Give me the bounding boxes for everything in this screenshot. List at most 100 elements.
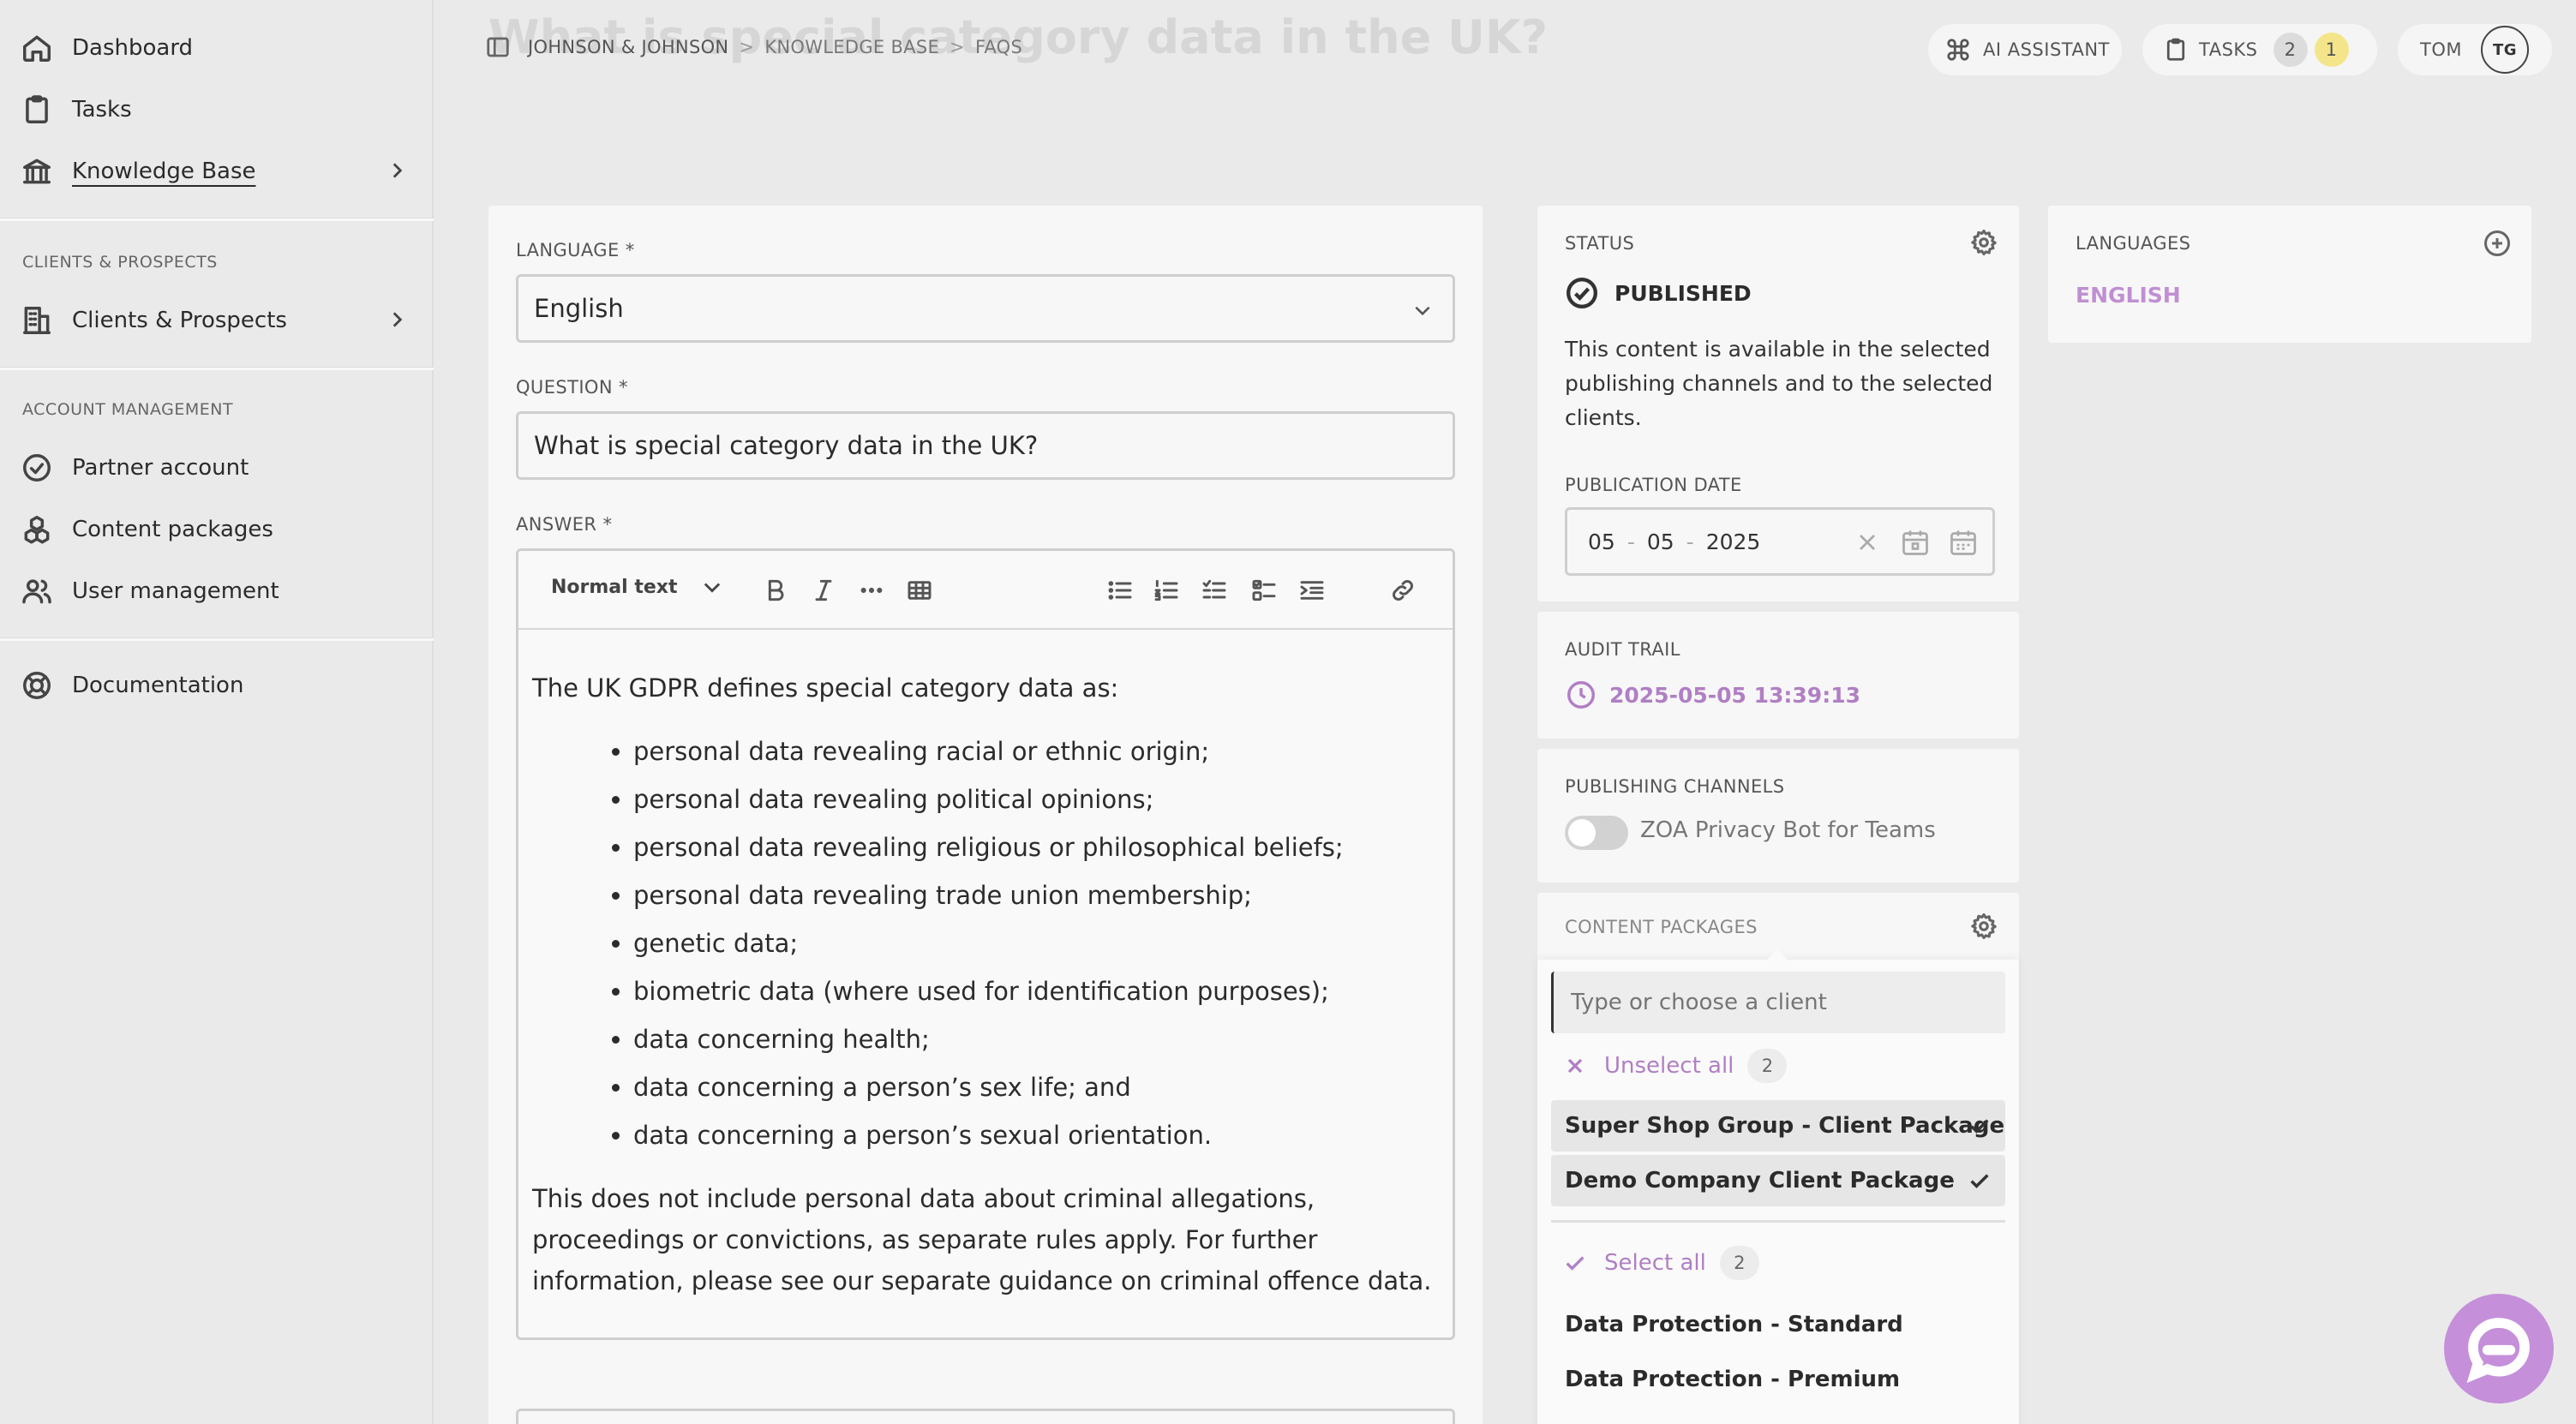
select-all-button[interactable]: Select all 2 (1563, 1246, 1759, 1280)
packages-icon (21, 513, 53, 546)
sidebar-item-user-management[interactable]: User management (0, 564, 434, 619)
publishing-channels-title: PUBLISHING CHANNELS (1565, 776, 1785, 797)
chevron-down-icon (1415, 306, 1430, 316)
chat-icon (2466, 1318, 2530, 1383)
sidebar-item-knowledge-base[interactable]: Knowledge Base (0, 144, 434, 199)
gear-icon[interactable] (1969, 912, 1998, 944)
sidebar-item-dashboard[interactable]: Dashboard (0, 21, 434, 75)
sidebar-item-clients[interactable]: Clients & Prospects (0, 293, 434, 348)
answer-tail: This does not include personal data abou… (532, 1184, 1432, 1295)
available-count-badge: 2 (1719, 1246, 1759, 1280)
sidebar-item-documentation[interactable]: Documentation (0, 658, 434, 713)
date-year[interactable]: 2025 (1706, 530, 1761, 554)
calendar-today-icon[interactable] (1900, 527, 1931, 558)
sidebar-item-partner-account[interactable]: Partner account (0, 440, 434, 495)
bold-icon (768, 579, 784, 601)
publication-date-input[interactable]: 05 - 05 - 2025 (1565, 507, 1995, 576)
sidebar-toggle-icon[interactable] (485, 34, 511, 60)
clipboard-icon (2166, 38, 2185, 61)
language-select[interactable]: English (516, 274, 1455, 343)
gear-icon[interactable] (1969, 228, 1998, 260)
sidebar-item-content-packages[interactable]: Content packages (0, 502, 434, 557)
breadcrumb-knowledge-base[interactable]: KNOWLEDGE BASE (764, 37, 939, 57)
language-link-english[interactable]: ENGLISH (2076, 283, 2181, 308)
package-option[interactable]: Data Protection - Standard (1551, 1299, 2005, 1350)
table-button[interactable] (902, 573, 937, 607)
languages-card: LANGUAGES ENGLISH (2048, 206, 2531, 343)
bullet-list-icon (1108, 581, 1132, 600)
clear-date-icon[interactable] (1854, 529, 1881, 556)
building-icon (21, 304, 53, 337)
package-option[interactable]: Data Protection - Premium (1551, 1354, 2005, 1405)
user-menu-button[interactable]: TOM TG (2398, 24, 2552, 75)
more-formatting-button[interactable] (854, 573, 889, 607)
answer-editor[interactable]: Normal text The UK GDPR defines special … (516, 548, 1455, 1340)
breadcrumb-client[interactable]: JOHNSON & JOHNSON (528, 37, 728, 57)
table-icon (908, 581, 932, 600)
package-option-selected[interactable]: Demo Company Client Package (1551, 1155, 2005, 1206)
content-packages-title: CONTENT PACKAGES (1565, 917, 1758, 937)
package-option-selected[interactable]: Super Shop Group - Client Package (1551, 1100, 2005, 1152)
breadcrumb-separator: > (950, 37, 965, 57)
question-label: QUESTION * (516, 377, 628, 398)
indent-icon (1300, 581, 1324, 600)
unselect-all-button[interactable]: Unselect all 2 (1563, 1049, 1788, 1083)
section-heading-account: ACCOUNT MANAGEMENT (22, 400, 234, 419)
link-button[interactable] (1386, 573, 1420, 607)
section-heading-clients: CLIENTS & PROSPECTS (22, 253, 218, 272)
list-item: personal data revealing religious or phi… (633, 823, 1441, 871)
task-list-button[interactable] (1247, 573, 1281, 607)
client-search-input[interactable] (1551, 972, 2005, 1033)
list-item: genetic data; (633, 919, 1441, 967)
audit-timestamp: 2025-05-05 13:39:13 (1609, 682, 1860, 708)
publication-date-label: PUBLICATION DATE (1565, 475, 1742, 495)
checkmark-icon (1566, 1256, 1585, 1271)
checkmark-icon (1968, 1169, 1992, 1193)
italic-button[interactable] (806, 573, 841, 607)
language-label: LANGUAGE * (516, 240, 635, 260)
next-field-box[interactable] (516, 1409, 1455, 1424)
sidebar-item-label: Content packages (72, 517, 273, 542)
list-item: personal data revealing trade union memb… (633, 871, 1441, 919)
check-circle-icon (21, 452, 53, 484)
answer-content[interactable]: The UK GDPR defines special category dat… (532, 671, 1441, 1301)
question-input[interactable]: What is special category data in the UK? (516, 411, 1455, 480)
text-style-dropdown[interactable]: Normal text (551, 575, 724, 599)
add-language-icon[interactable] (2482, 228, 2513, 259)
checklist-button[interactable] (1197, 573, 1231, 607)
audit-trail-link[interactable]: 2025-05-05 13:39:13 (1565, 679, 1860, 711)
list-item: data concerning a person’s sexual orient… (633, 1111, 1441, 1159)
clipboard-icon (21, 93, 53, 126)
sidebar-item-tasks[interactable]: Tasks (0, 82, 434, 137)
user-name: TOM (2420, 39, 2462, 60)
chevron-right-icon (386, 308, 408, 331)
status-value: PUBLISHED (1614, 280, 1752, 306)
languages-title: LANGUAGES (2076, 233, 2191, 254)
bold-button[interactable] (758, 573, 793, 607)
chat-button[interactable] (2444, 1294, 2554, 1403)
breadcrumb-faqs[interactable]: FAQS (975, 37, 1022, 57)
date-month[interactable]: 05 (1647, 530, 1674, 554)
tasks-urgent-badge: 1 (2314, 33, 2349, 67)
calendar-icon[interactable] (1948, 527, 1979, 558)
breadcrumb: JOHNSON & JOHNSON > KNOWLEDGE BASE > FAQ… (485, 34, 1022, 60)
link-icon (1393, 580, 1413, 601)
indent-button[interactable] (1295, 573, 1329, 607)
ai-assistant-button[interactable]: AI ASSISTANT (1928, 24, 2122, 75)
answer-intro: The UK GDPR defines special category dat… (532, 673, 1119, 703)
numbered-list-button[interactable] (1149, 573, 1183, 607)
lifebuoy-icon (21, 669, 53, 702)
audit-trail-title: AUDIT TRAIL (1565, 639, 1680, 660)
tasks-button[interactable]: TASKS 2 1 (2142, 24, 2377, 75)
date-day[interactable]: 05 (1588, 530, 1615, 554)
answer-label: ANSWER * (516, 514, 613, 535)
bullet-list-button[interactable] (1103, 573, 1137, 607)
channel-toggle[interactable] (1565, 816, 1628, 850)
breadcrumb-separator: > (739, 37, 755, 57)
language-value: English (534, 294, 624, 323)
more-icon (860, 587, 883, 594)
tasks-label: TASKS (2199, 39, 2258, 60)
sidebar-item-label: User management (72, 578, 279, 604)
chevron-down-icon (704, 583, 720, 593)
list-item: data concerning health; (633, 1015, 1441, 1063)
